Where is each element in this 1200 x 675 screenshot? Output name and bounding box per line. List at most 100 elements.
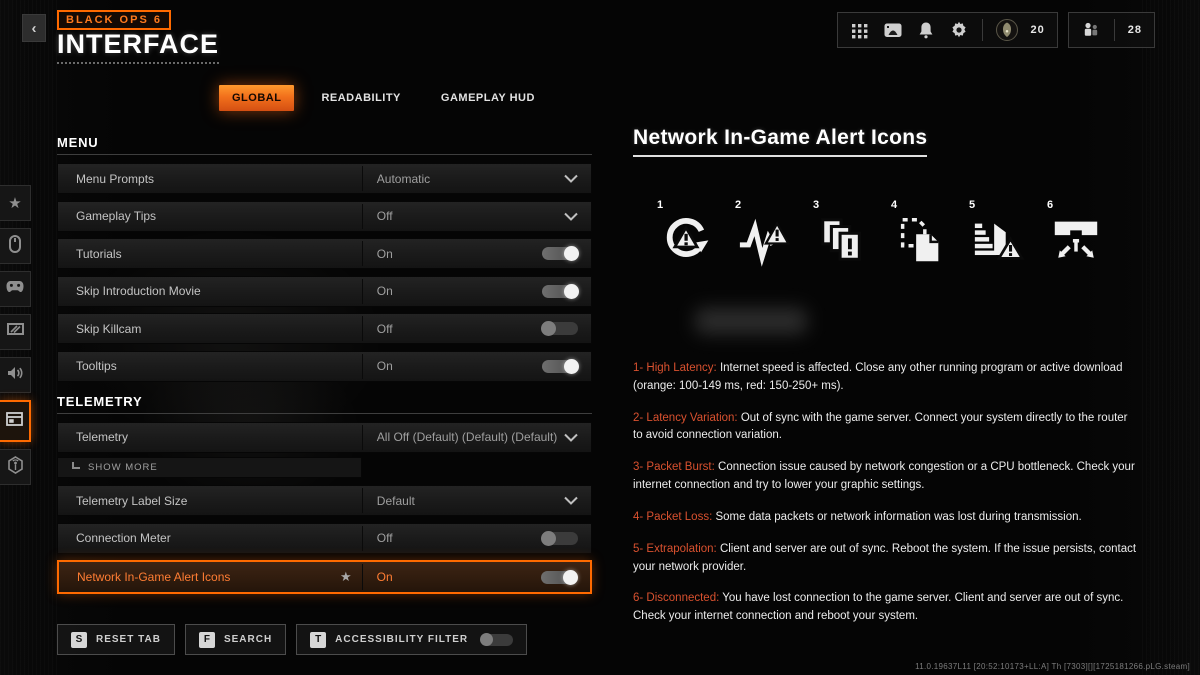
menu-rows: Menu Prompts Automatic Gameplay Tips Off…: [57, 163, 592, 382]
icon-number: 2: [735, 199, 742, 211]
bell-icon[interactable]: [916, 20, 936, 40]
show-more-label: SHOW MORE: [88, 462, 158, 473]
setting-value: Off: [376, 321, 393, 336]
tab-gameplay-hud[interactable]: GAMEPLAY HUD: [428, 85, 548, 111]
setting-label: Telemetry Label Size: [76, 493, 188, 508]
row-divider: [361, 424, 363, 450]
toggle-on[interactable]: [541, 569, 578, 585]
row-divider: [361, 564, 363, 590]
reset-tab-button[interactable]: S RESET TAB: [57, 624, 175, 655]
social-divider: [1113, 19, 1115, 41]
topbar-divider: [981, 19, 983, 41]
icon-number: 1: [657, 199, 664, 211]
row-divider: [361, 241, 363, 266]
toggle-on[interactable]: [542, 283, 579, 299]
back-button[interactable]: ‹: [22, 14, 46, 42]
accessibility-filter-label: ACCESSIBILITY FILTER: [335, 634, 469, 645]
setting-row-connection-meter[interactable]: Connection Meter Off: [57, 522, 592, 554]
row-divider: [361, 166, 363, 191]
search-label: SEARCH: [223, 634, 273, 645]
settings-panel: MENU Menu Prompts Automatic Gameplay Tip…: [57, 135, 592, 606]
row-divider: [361, 353, 363, 379]
section-header-menu: MENU: [57, 135, 592, 155]
setting-row-skip-killcam[interactable]: Skip Killcam Off: [57, 313, 592, 344]
topbar: 20 28: [836, 12, 1155, 48]
redacted-text-blur: [695, 308, 807, 334]
desc-high-latency: 1- High Latency: Internet speed is affec…: [633, 362, 1123, 392]
tab-readability[interactable]: READABILITY: [308, 85, 413, 111]
sidebar-item-mouse[interactable]: [0, 228, 31, 264]
tab-global[interactable]: GLOBAL: [219, 85, 295, 111]
layout-icon: [6, 411, 23, 431]
alert-icons-row: 1 2 3 4 5 6: [657, 199, 1145, 272]
setting-row-skip-introduction-movie[interactable]: Skip Introduction Movie On: [57, 275, 592, 307]
desc-packet-loss: 4- Packet Loss: Some data packets or net…: [633, 510, 1082, 523]
accessibility-toggle-off[interactable]: [480, 632, 514, 646]
friends-icon: [1081, 20, 1101, 40]
setting-row-gameplay-tips[interactable]: Gameplay Tips Off: [57, 200, 592, 232]
disconnected-icon: 6: [1047, 199, 1103, 272]
setting-label-wrap: Network In-Game Alert Icons ★: [59, 569, 362, 585]
show-more-button[interactable]: SHOW MORE: [57, 457, 362, 478]
icon-number: 5: [969, 199, 976, 211]
indent-elbow-icon: [72, 462, 80, 469]
favorite-star-icon: ★: [340, 569, 352, 584]
setting-value: On: [376, 570, 393, 584]
detail-panel: Network In-Game Alert Icons 1 2 3 4 5 6 …: [633, 126, 1145, 640]
setting-value: On: [376, 359, 393, 373]
section-header-telemetry: TELEMETRY: [57, 394, 592, 414]
tab-bar: GLOBAL READABILITY GAMEPLAY HUD: [219, 85, 548, 111]
desc-disconnected: 6- Disconnected: You have lost connectio…: [633, 592, 1124, 623]
sidebar-item-favorites[interactable]: ★: [0, 185, 31, 221]
cod-points-icon: [995, 19, 1018, 41]
setting-value: Off: [376, 209, 393, 223]
sidebar-item-controller[interactable]: [0, 271, 31, 307]
alert-descriptions: 1- High Latency: Internet speed is affec…: [633, 360, 1145, 626]
setting-row-telemetry-label-size[interactable]: Telemetry Label Size Default: [57, 485, 592, 516]
sidebar-item-interface[interactable]: [0, 400, 31, 442]
gear-icon[interactable]: [949, 20, 969, 40]
photo-icon[interactable]: [883, 20, 903, 40]
toggle-on[interactable]: [542, 358, 579, 374]
chevron-down-icon[interactable]: [564, 496, 578, 505]
sidebar-item-audio[interactable]: [0, 357, 31, 393]
category-sidebar: ★: [0, 185, 31, 485]
setting-label: Telemetry: [76, 430, 129, 444]
reset-tab-label: RESET TAB: [96, 634, 161, 645]
topbar-social-box[interactable]: 28: [1067, 12, 1155, 48]
setting-row-telemetry[interactable]: Telemetry All Off (Default) (Default) (D…: [57, 421, 592, 453]
back-chevron-icon: ‹: [31, 19, 37, 37]
keycap-t: T: [310, 631, 327, 648]
accessibility-filter-button[interactable]: T ACCESSIBILITY FILTER: [296, 624, 528, 655]
chevron-down-icon[interactable]: [564, 174, 578, 183]
toggle-on[interactable]: [542, 246, 579, 261]
setting-row-menu-prompts[interactable]: Menu Prompts Automatic: [57, 163, 592, 194]
speaker-icon: [7, 366, 23, 385]
icon-number: 6: [1047, 199, 1054, 211]
grid-icon[interactable]: [850, 20, 870, 40]
toggle-off[interactable]: [541, 321, 578, 336]
antenna-icon: [7, 455, 24, 479]
row-divider: [361, 203, 363, 229]
setting-row-network-in-game-alert-icons[interactable]: Network In-Game Alert Icons ★ On: [57, 560, 592, 594]
gamepad-icon: [6, 280, 24, 298]
setting-row-tutorials[interactable]: Tutorials On: [57, 238, 592, 269]
latency-variation-icon: 2: [735, 199, 791, 272]
sidebar-item-display[interactable]: [0, 314, 31, 350]
row-divider: [361, 316, 363, 341]
icon-number: 3: [813, 199, 820, 211]
setting-row-tooltips[interactable]: Tooltips On: [57, 350, 592, 382]
sidebar-item-network[interactable]: [0, 449, 31, 485]
setting-value: Default: [376, 493, 415, 508]
search-button[interactable]: F SEARCH: [184, 624, 287, 655]
currency-count: 20: [1030, 24, 1045, 36]
setting-value: All Off (Default) (Default) (Default): [376, 430, 558, 444]
setting-label: Gameplay Tips: [76, 209, 157, 223]
setting-label: Tutorials: [76, 246, 122, 261]
toggle-off[interactable]: [541, 530, 578, 546]
social-count: 28: [1127, 24, 1142, 36]
page-title: INTERFACE: [57, 31, 220, 64]
setting-label: Connection Meter: [76, 531, 171, 545]
chevron-down-icon[interactable]: [564, 212, 578, 221]
chevron-down-icon[interactable]: [564, 433, 578, 442]
